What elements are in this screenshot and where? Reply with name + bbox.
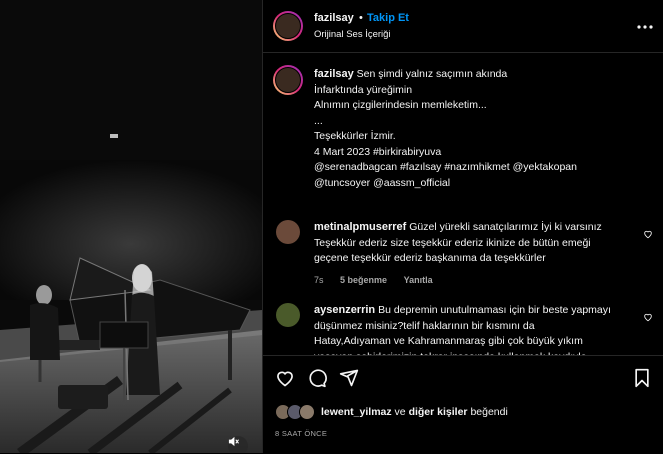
- liker-username[interactable]: lewent_yilmaz: [321, 406, 392, 418]
- caption-line: Sen şimdi yalnız saçımın akında: [356, 68, 508, 80]
- comment-item: aysenzerrin Bu depremin unutulmaması içi…: [273, 303, 653, 355]
- comments-scroll-area[interactable]: fazilsay Sen şimdi yalnız saçımın akında…: [263, 53, 663, 355]
- caption-line: @serenadbagcan #fazılsay #nazımhikmet @y…: [314, 161, 577, 173]
- concert-photo: [0, 0, 262, 453]
- liker-avatar[interactable]: [299, 404, 315, 420]
- commenter-username[interactable]: aysenzerrin: [314, 304, 375, 316]
- comment-text: metinalpmuserref Güzel yürekli sanatçıla…: [314, 220, 614, 267]
- bookmark-icon[interactable]: [633, 368, 651, 393]
- comment-meta: 7s 5 beğenme Yanıtla: [314, 275, 447, 285]
- caption-username[interactable]: fazilsay: [314, 68, 354, 80]
- separator-dot: •: [359, 12, 363, 24]
- comment-age[interactable]: 7s: [314, 275, 324, 285]
- post-details-panel: fazilsay • Takip Et Orijinal Ses İçeriği…: [262, 0, 663, 453]
- author-username[interactable]: fazilsay: [314, 12, 354, 24]
- post-header: fazilsay • Takip Et Orijinal Ses İçeriği: [263, 0, 663, 53]
- follow-button[interactable]: Takip Et: [367, 12, 409, 24]
- mute-button[interactable]: [228, 436, 248, 453]
- share-icon[interactable]: [339, 368, 359, 393]
- post-timestamp[interactable]: 8 SAAT ÖNCE: [275, 429, 327, 438]
- other-likers-link[interactable]: diğer kişiler: [409, 406, 468, 418]
- likes-suffix: beğendi: [470, 406, 508, 418]
- comment-likes-count[interactable]: 5 beğenme: [340, 275, 387, 285]
- reply-button[interactable]: Yanıtla: [404, 275, 433, 285]
- caption-line: İnfarktında yüreğimin: [314, 83, 413, 96]
- caption-line: Alnımın çizgilerindesin memleketim...: [314, 99, 487, 111]
- post-actions: lewent_yilmaz ve diğer kişiler beğendi 8…: [263, 355, 663, 454]
- comment-item: metinalpmuserref Güzel yürekli sanatçıla…: [273, 220, 653, 290]
- caption-avatar[interactable]: [273, 65, 303, 95]
- likes-text: lewent_yilmaz ve diğer kişiler beğendi: [321, 406, 508, 418]
- more-icon[interactable]: [637, 16, 653, 34]
- heart-icon[interactable]: [275, 368, 295, 393]
- comment-text: aysenzerrin Bu depremin unutulmaması içi…: [314, 303, 614, 355]
- comment-icon[interactable]: [307, 368, 327, 393]
- commenter-avatar[interactable]: [276, 220, 300, 244]
- caption-text: fazilsay Sen şimdi yalnız saçımın akında…: [314, 67, 644, 191]
- caption-line: 4 Mart 2023 #birkirabiryuva: [314, 145, 442, 158]
- commenter-username[interactable]: metinalpmuserref: [314, 221, 406, 233]
- caption-line: ...: [314, 114, 323, 127]
- comment-like-heart-icon[interactable]: [643, 226, 653, 244]
- caption-line: Teşekkürler İzmir.: [314, 130, 396, 142]
- author-avatar[interactable]: [273, 11, 303, 41]
- post-media[interactable]: [0, 0, 262, 453]
- comment-like-heart-icon[interactable]: [643, 309, 653, 327]
- audio-label[interactable]: Orijinal Ses İçeriği: [314, 29, 391, 40]
- likes-summary: lewent_yilmaz ve diğer kişiler beğendi: [275, 404, 508, 420]
- commenter-avatar[interactable]: [276, 303, 300, 327]
- likes-connector: ve: [394, 406, 406, 418]
- caption-line: @tuncsoyer @aassm_official: [314, 176, 451, 189]
